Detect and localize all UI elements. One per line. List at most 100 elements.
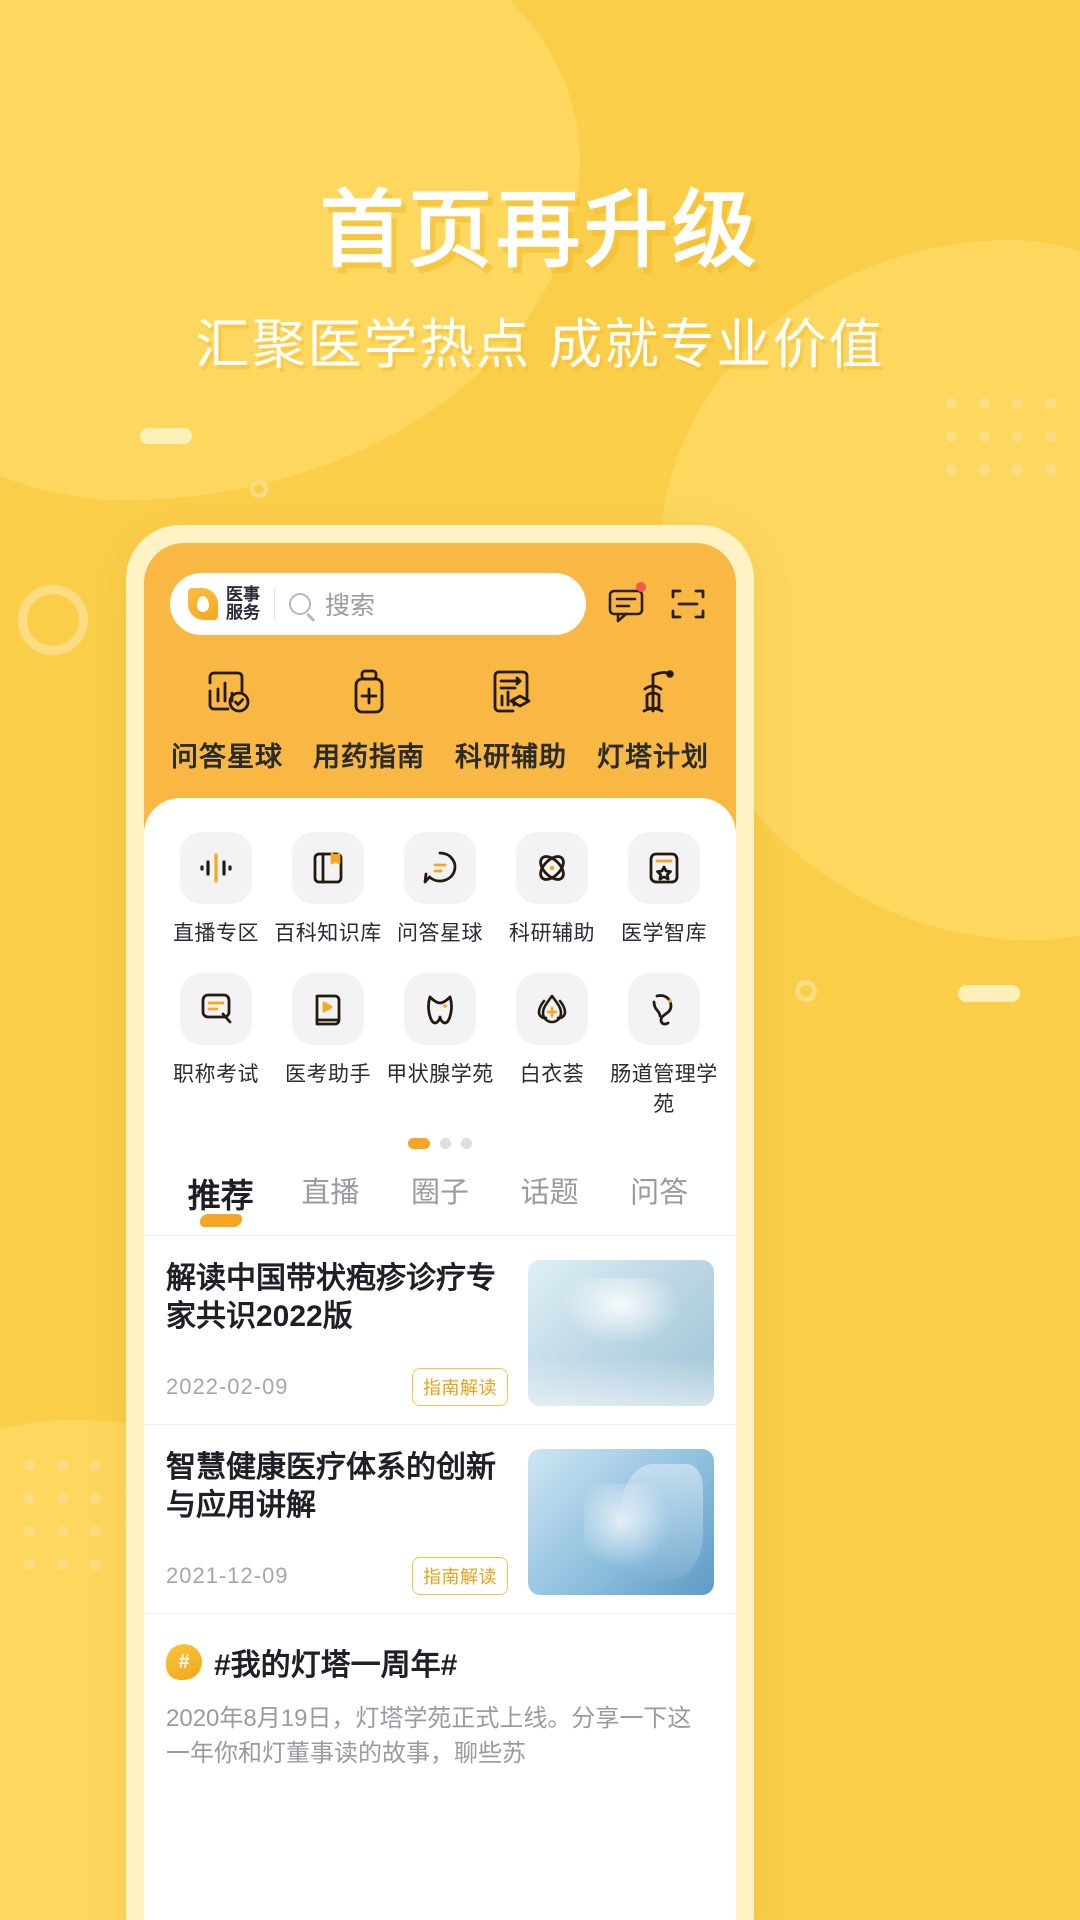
chart-check-icon xyxy=(156,661,298,723)
app-grid-row: 直播专区 百科知识库 问答星球 科研辅助 医学智库 xyxy=(160,832,720,947)
decor-pill-left xyxy=(140,428,192,444)
grid-item-wenda-xingqiu[interactable]: 问答星球 xyxy=(384,832,496,947)
exam-paper-icon xyxy=(180,973,252,1045)
note-star-icon xyxy=(628,832,700,904)
grid-item-label: 白衣荟 xyxy=(519,1063,585,1086)
topic-title: #我的灯塔一周年# xyxy=(214,1649,458,1682)
lighthouse-icon xyxy=(582,661,724,723)
tab-wenda[interactable]: 问答 xyxy=(604,1169,714,1235)
article-content: 智慧健康医疗体系的创新与应用讲解 2021-12-09 指南解读 xyxy=(166,1449,508,1595)
grid-item-jiazhuangxian-xueyuan[interactable]: 甲状腺学苑 xyxy=(384,973,496,1118)
pagination-dot[interactable] xyxy=(440,1138,451,1149)
grid-item-label: 甲状腺学苑 xyxy=(386,1063,494,1086)
grid-item-changdao-guanli-xueyuan[interactable]: 肠道管理学苑 xyxy=(608,973,720,1118)
app-grid: 直播专区 百科知识库 问答星球 科研辅助 医学智库 职称考试 医考助手 甲状腺学… xyxy=(144,798,736,1149)
tab-zhibo[interactable]: 直播 xyxy=(276,1169,386,1235)
content-tabs: 推荐 直播 圈子 话题 问答 xyxy=(144,1169,736,1236)
droplet-logo-icon xyxy=(188,588,218,620)
feature-yongyao-zhinan[interactable]: 用药指南 xyxy=(298,661,440,774)
feature-label: 科研辅助 xyxy=(455,742,567,772)
decor-pill-right xyxy=(958,985,1020,1002)
grid-item-label: 直播专区 xyxy=(173,922,259,945)
tab-huati[interactable]: 话题 xyxy=(495,1169,605,1235)
grid-item-label: 职称考试 xyxy=(173,1063,259,1086)
feature-label: 问答星球 xyxy=(171,742,283,772)
article-content: 解读中国带状疱疹诊疗专家共识2022版 2022-02-09 指南解读 xyxy=(166,1260,508,1406)
unread-badge xyxy=(636,582,646,592)
message-icon[interactable] xyxy=(604,582,648,626)
tab-label: 直播 xyxy=(301,1177,360,1209)
tab-quanzi[interactable]: 圈子 xyxy=(385,1169,495,1235)
article-meta: 2021-12-09 指南解读 xyxy=(166,1557,508,1595)
video-book-icon xyxy=(292,973,364,1045)
topic-body: 2020年8月19日，灯塔学苑正式上线。分享一下这一年你和灯董事读的故事，聊些苏 xyxy=(166,1705,692,1767)
scan-icon[interactable] xyxy=(666,582,710,626)
article-title: 解读中国带状疱疹诊疗专家共识2022版 xyxy=(166,1262,496,1334)
content-sheet: 直播专区 百科知识库 问答星球 科研辅助 医学智库 职称考试 医考助手 甲状腺学… xyxy=(144,798,736,1920)
intestine-icon xyxy=(628,973,700,1045)
topic-header: # #我的灯塔一周年# xyxy=(166,1640,714,1684)
article-title: 智慧健康医疗体系的创新与应用讲解 xyxy=(166,1451,496,1523)
decor-ring-large xyxy=(18,585,88,655)
article-thumbnail xyxy=(528,1449,714,1595)
grid-item-label: 问答星球 xyxy=(397,922,483,945)
speech-bubble-icon xyxy=(404,832,476,904)
article-badge: 指南解读 xyxy=(412,1368,508,1406)
tab-label: 话题 xyxy=(520,1177,579,1209)
grid-item-baike-zhishiku[interactable]: 百科知识库 xyxy=(272,832,384,947)
medicine-bottle-plus-icon xyxy=(298,661,440,723)
decor-dot-grid-left xyxy=(24,1460,101,1570)
feature-keyan-fuzhu[interactable]: 科研辅助 xyxy=(440,661,582,774)
grid-item-keyan-fuzhu[interactable]: 科研辅助 xyxy=(496,832,608,947)
article-date: 2021-12-09 xyxy=(166,1563,289,1588)
phone-mockup: 医事 服务 搜索 问答星球 用药指南 科研辅助 灯塔计划 直播专区 百科知识库 … xyxy=(126,525,754,1920)
feature-label: 用药指南 xyxy=(313,742,425,772)
hero-subtitle: 汇聚医学热点 成就专业价值 xyxy=(195,315,885,376)
decor-dot-grid-right xyxy=(946,398,1056,475)
article-badge: 指南解读 xyxy=(412,1557,508,1595)
topic-card[interactable]: # #我的灯塔一周年# 2020年8月19日，灯塔学苑正式上线。分享一下这一年你… xyxy=(144,1614,736,1772)
hero-section: 首页再升级 汇聚医学热点 成就专业价值 xyxy=(0,186,1080,379)
brand-line-2: 服务 xyxy=(226,603,260,622)
app-grid-row: 职称考试 医考助手 甲状腺学苑 白衣荟 肠道管理学苑 xyxy=(160,973,720,1118)
pagination-dot-active[interactable] xyxy=(408,1138,430,1149)
grid-item-label: 医考助手 xyxy=(285,1063,371,1086)
grid-item-baiyihui[interactable]: 白衣荟 xyxy=(496,973,608,1118)
search-input[interactable]: 医事 服务 搜索 xyxy=(170,573,586,635)
feature-shortcuts: 问答星球 用药指南 科研辅助 灯塔计划 xyxy=(144,635,736,804)
article-thumbnail xyxy=(528,1260,714,1406)
book-bookmark-icon xyxy=(292,832,364,904)
article-list-item[interactable]: 智慧健康医疗体系的创新与应用讲解 2021-12-09 指南解读 xyxy=(144,1425,736,1614)
grid-pagination[interactable] xyxy=(160,1138,720,1149)
feature-dengta-jihua[interactable]: 灯塔计划 xyxy=(582,661,724,774)
grid-item-label: 肠道管理学苑 xyxy=(610,1063,718,1116)
phone-screen: 医事 服务 搜索 问答星球 用药指南 科研辅助 灯塔计划 直播专区 百科知识库 … xyxy=(144,543,736,1920)
app-header: 医事 服务 搜索 xyxy=(144,543,736,635)
grid-item-yikao-zhushou[interactable]: 医考助手 xyxy=(272,973,384,1118)
feature-wenda-xingqiu[interactable]: 问答星球 xyxy=(156,661,298,774)
waveform-icon xyxy=(180,832,252,904)
brand-line-1: 医事 xyxy=(226,585,260,604)
grid-item-label: 医学智库 xyxy=(621,922,707,945)
tab-underline xyxy=(198,1214,244,1227)
decor-ring-small-right xyxy=(795,980,817,1002)
tab-label: 圈子 xyxy=(410,1177,469,1209)
grid-item-zhicheng-kaoshi[interactable]: 职称考试 xyxy=(160,973,272,1118)
brand-name: 医事 服务 xyxy=(226,586,260,622)
atom-icon xyxy=(516,832,588,904)
grid-item-yixue-zhiku[interactable]: 医学智库 xyxy=(608,832,720,947)
tab-label: 问答 xyxy=(630,1177,689,1209)
tab-label: 推荐 xyxy=(187,1177,254,1214)
grid-item-zhibo-zhuanqu[interactable]: 直播专区 xyxy=(160,832,272,947)
feature-label: 灯塔计划 xyxy=(597,742,709,772)
pagination-dot[interactable] xyxy=(461,1138,472,1149)
thyroid-icon xyxy=(404,973,476,1045)
article-list-item[interactable]: 解读中国带状疱疹诊疗专家共识2022版 2022-02-09 指南解读 xyxy=(144,1236,736,1425)
decor-ring-small-top xyxy=(250,480,268,498)
search-placeholder: 搜索 xyxy=(325,592,376,620)
droplet-plus-icon xyxy=(516,973,588,1045)
hero-title: 首页再升级 xyxy=(319,183,760,277)
hashtag-icon: # xyxy=(166,1644,202,1680)
tab-tuijian[interactable]: 推荐 xyxy=(166,1169,276,1235)
grid-item-label: 科研辅助 xyxy=(509,922,595,945)
